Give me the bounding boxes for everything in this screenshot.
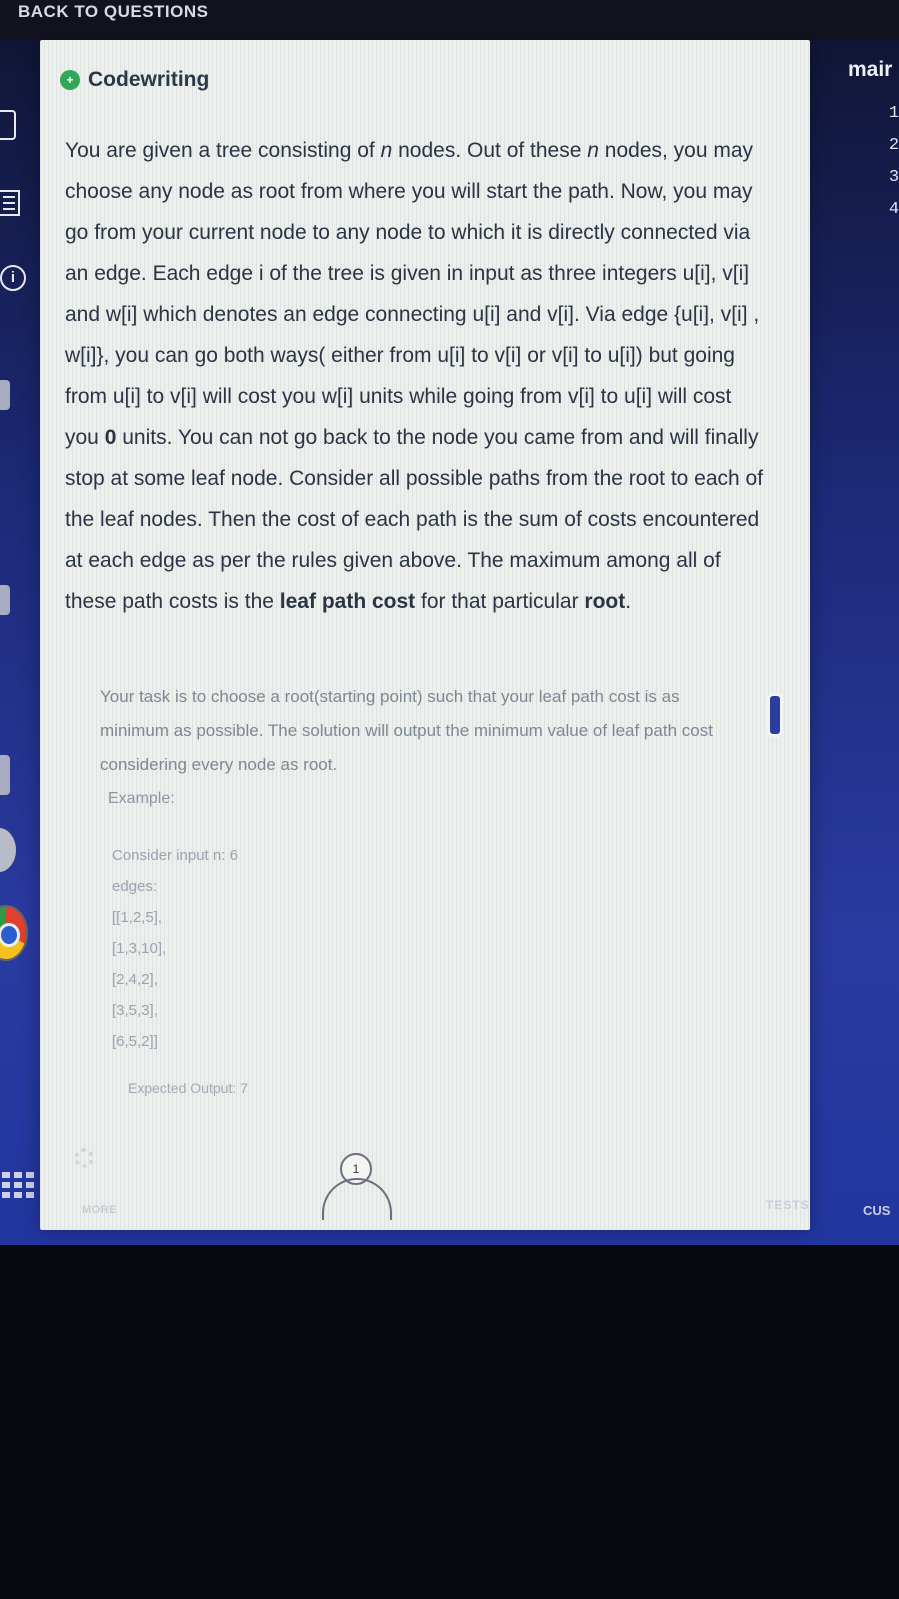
tests-tab[interactable]: TESTS <box>766 1198 810 1212</box>
example-line: [1,3,10], <box>112 940 167 957</box>
rail-tab[interactable] <box>0 380 10 410</box>
list-icon[interactable] <box>0 190 20 216</box>
info-icon[interactable]: i <box>0 265 26 291</box>
line-number: 3 <box>888 168 899 187</box>
description-tab-icon[interactable] <box>0 110 16 140</box>
example-block: Consider input n: 6 edges: [[1,2,5], [1,… <box>112 840 238 1057</box>
screen: BACK TO QUESTIONS i + Codewriting You ar… <box>0 0 899 1245</box>
app-launcher-icon[interactable] <box>2 1172 38 1198</box>
back-to-questions-link[interactable]: BACK TO QUESTIONS <box>18 2 208 22</box>
task-text: Your task is to choose a root(starting p… <box>100 687 713 774</box>
codewriting-icon: + <box>60 70 80 90</box>
description-paragraph: You are given a tree consisting of n nod… <box>65 139 764 613</box>
rail-tab[interactable] <box>0 585 10 615</box>
custom-tests-tab[interactable]: CUS <box>863 1203 890 1218</box>
pagination-arc <box>322 1178 392 1220</box>
rail-tab[interactable] <box>0 755 10 795</box>
problem-type-title: Codewriting <box>88 68 210 91</box>
problem-panel: + Codewriting You are given a tree consi… <box>40 40 810 1230</box>
code-editor[interactable]: mair 1 2 3 4 <box>812 40 899 1240</box>
top-bar: BACK TO QUESTIONS <box>0 0 899 40</box>
line-number: 4 <box>888 200 899 219</box>
example-line: edges: <box>112 878 158 895</box>
example-line: [[1,2,5], <box>112 909 163 926</box>
example-line: [2,4,2], <box>112 971 158 988</box>
expected-output: Expected Output: 7 <box>128 1080 248 1096</box>
problem-description: You are given a tree consisting of n nod… <box>65 130 765 622</box>
gear-icon[interactable] <box>74 1148 94 1168</box>
more-link[interactable]: MORE <box>82 1204 117 1216</box>
panel-resize-handle[interactable] <box>767 693 783 737</box>
example-line: [3,5,3], <box>112 1002 158 1019</box>
problem-header: + Codewriting <box>60 68 209 92</box>
line-number: 1 <box>888 104 899 123</box>
example-line: [6,5,2]] <box>112 1033 158 1050</box>
line-number: 2 <box>888 136 899 155</box>
example-label: Example: <box>108 790 175 807</box>
example-line: Consider input n: 6 <box>112 847 238 864</box>
editor-file-tab[interactable]: mair <box>848 58 892 82</box>
